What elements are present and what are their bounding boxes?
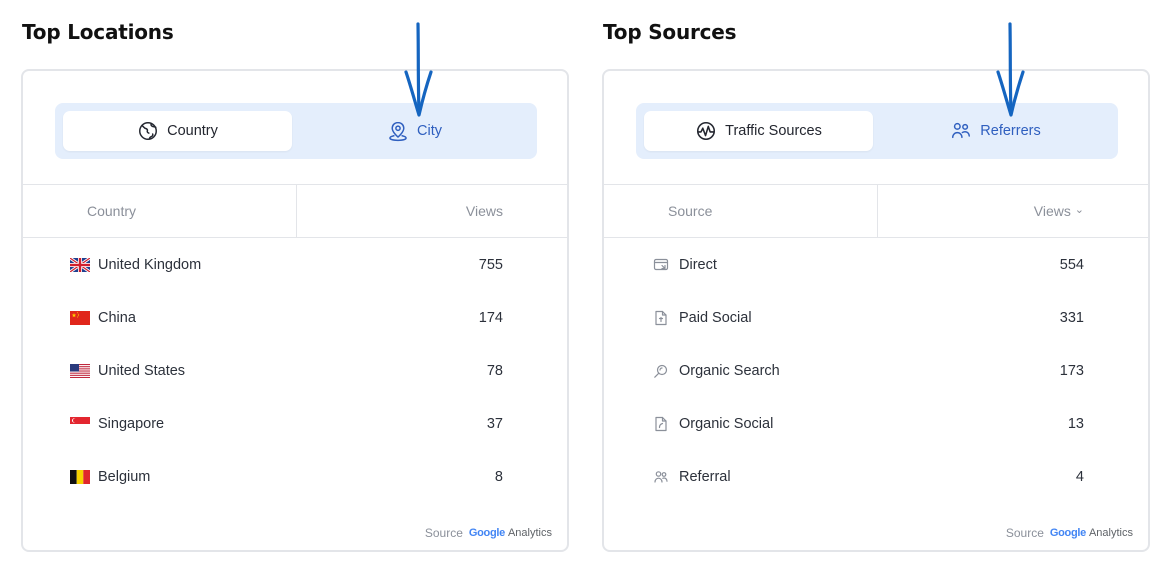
row-value: 174 (478, 309, 503, 326)
annotation-arrow-icon (404, 22, 433, 117)
row-label: Singapore (98, 415, 165, 432)
paid-social-icon (655, 310, 667, 325)
top-locations-card: Country City Country Views United Kingdo… (21, 69, 569, 552)
table-row: China 174 (23, 291, 567, 344)
row-value: 13 (1067, 415, 1084, 432)
table-row: Organic Social 13 (604, 397, 1148, 450)
organic-search-icon (654, 364, 668, 378)
table-row: Singapore 37 (23, 397, 567, 450)
table-row: Organic Search 173 (604, 344, 1148, 397)
column-header-views[interactable]: Views (466, 203, 503, 219)
row-label: Belgium (98, 468, 151, 485)
table-row: Referral 4 (604, 450, 1148, 503)
row-value: 331 (1059, 309, 1084, 326)
top-sources-card: Traffic Sources Referrers Source Views ⌄ (602, 69, 1150, 552)
chevron-down-icon: ⌄ (1074, 204, 1084, 216)
column-header-country[interactable]: Country (87, 203, 136, 219)
flag-china-icon (70, 310, 90, 325)
flag-singapore-icon (70, 416, 90, 431)
row-label: Direct (679, 256, 717, 273)
referral-icon (654, 470, 668, 483)
row-value: 4 (1075, 468, 1084, 485)
row-value: 554 (1059, 256, 1084, 273)
source-label: Source (1005, 526, 1044, 540)
locations-toggle: Country City (55, 103, 537, 159)
flag-belgium-icon (70, 469, 90, 484)
row-label: Organic Search (679, 362, 780, 379)
table-row: United States 78 (23, 344, 567, 397)
data-source-footer: Source Google Analytics (425, 526, 552, 540)
country-tab[interactable]: Country (63, 111, 292, 151)
row-label: Referral (679, 468, 731, 485)
users-icon (952, 122, 971, 139)
table-row: Belgium 8 (23, 450, 567, 503)
row-label: China (98, 309, 136, 326)
country-tab-label: Country (167, 123, 218, 139)
globe-icon (139, 122, 158, 140)
annotation-arrow-icon (996, 22, 1025, 117)
traffic-icon (697, 121, 716, 141)
table-row: Direct 554 (604, 238, 1148, 291)
flag-us-icon (70, 363, 90, 378)
table-row: Paid Social 331 (604, 291, 1148, 344)
row-value: 173 (1059, 362, 1084, 379)
flag-uk-icon (70, 257, 90, 272)
google-analytics-logo: Google Analytics (468, 527, 552, 539)
row-value: 78 (486, 362, 503, 379)
direct-icon (653, 258, 669, 270)
row-value: 8 (494, 468, 503, 485)
referrers-tab-label: Referrers (980, 123, 1041, 139)
sources-table-header: Source Views ⌄ (604, 184, 1148, 238)
row-label: Organic Social (679, 415, 774, 432)
column-header-views[interactable]: Views ⌄ (1034, 203, 1084, 219)
top-locations-title: Top Locations (22, 20, 174, 44)
source-label: Source (424, 526, 463, 540)
column-divider (877, 185, 878, 237)
row-label: United Kingdom (98, 256, 202, 273)
column-divider (296, 185, 297, 237)
traffic-sources-tab[interactable]: Traffic Sources (644, 111, 873, 151)
google-analytics-logo: Google Analytics (1049, 527, 1133, 539)
top-sources-title: Top Sources (603, 20, 737, 44)
locations-table-header: Country Views (23, 184, 567, 238)
row-value: 755 (478, 256, 503, 273)
column-header-source[interactable]: Source (668, 203, 712, 219)
row-label: United States (98, 362, 186, 379)
table-row: United Kingdom 755 (23, 238, 567, 291)
row-value: 37 (486, 415, 503, 432)
traffic-sources-tab-label: Traffic Sources (725, 123, 822, 139)
data-source-footer: Source Google Analytics (1006, 526, 1133, 540)
organic-social-icon (655, 416, 667, 431)
city-tab-label: City (417, 123, 442, 139)
sources-toggle: Traffic Sources Referrers (636, 103, 1118, 159)
map-pin-icon (389, 121, 407, 142)
row-label: Paid Social (679, 309, 752, 326)
